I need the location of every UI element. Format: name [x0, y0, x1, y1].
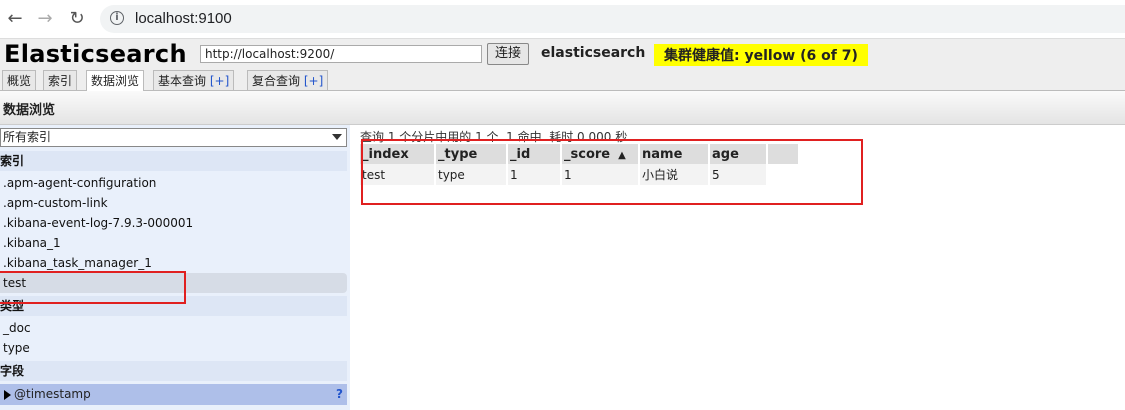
tab-label: 概览: [7, 74, 32, 88]
column-label: _id: [510, 146, 531, 162]
table-cell: 小白说: [639, 164, 710, 185]
column-label: _type: [438, 146, 478, 162]
query-summary: 查询 1 个分片中用的 1 个. 1 命中. 耗时 0.000 秒: [360, 130, 628, 144]
tab-add-link[interactable]: [+]: [304, 74, 323, 88]
table-cell: 1: [561, 164, 640, 185]
app-title: Elasticsearch: [4, 40, 187, 68]
column-label: _index: [362, 146, 409, 162]
tab-indices[interactable]: 索引: [43, 70, 78, 90]
app-header: Elasticsearch 连接 elasticsearch 集群健康值: ye…: [0, 38, 1125, 69]
cluster-health-badge: 集群健康值: yellow (6 of 7): [654, 44, 868, 66]
column-header-type[interactable]: _type: [435, 144, 508, 164]
connect-url-input[interactable]: [200, 45, 482, 63]
browser-toolbar: ← → ↻ i localhost:9100: [0, 0, 1125, 38]
results-table: _index _type _id _score ▲ name age test t…: [360, 144, 800, 185]
fields-heading: 字段: [0, 361, 347, 381]
expand-triangle-icon[interactable]: [4, 390, 11, 400]
table-header-row: _index _type _id _score ▲ name age: [360, 144, 800, 164]
site-info-icon[interactable]: i: [110, 11, 124, 25]
index-select-value: 所有索引: [3, 130, 52, 144]
table-row[interactable]: test type 1 1 小白说 5: [360, 164, 799, 185]
help-icon[interactable]: ?: [336, 384, 343, 405]
table-cell: 5: [709, 164, 768, 185]
column-header-name[interactable]: name: [639, 144, 710, 164]
types-heading: 类型: [0, 296, 347, 316]
index-item[interactable]: .kibana_task_manager_1: [0, 253, 347, 273]
address-bar[interactable]: i localhost:9100: [100, 5, 1125, 33]
sort-ascending-icon: ▲: [618, 149, 626, 161]
type-item[interactable]: _doc: [0, 318, 347, 338]
index-item[interactable]: .kibana-event-log-7.9.3-000001: [0, 213, 347, 233]
index-select[interactable]: 所有索引: [0, 128, 347, 147]
column-label: name: [642, 146, 683, 162]
tab-label: 数据浏览: [91, 74, 140, 88]
sidebar: 所有索引 索引 .apm-agent-configuration .apm-cu…: [0, 125, 350, 410]
address-url: localhost:9100: [135, 10, 232, 27]
forward-arrow-icon[interactable]: →: [34, 8, 56, 30]
back-arrow-icon[interactable]: ←: [4, 8, 26, 30]
type-item[interactable]: type: [0, 338, 347, 358]
tab-data-browser[interactable]: 数据浏览: [86, 70, 145, 91]
field-label: @timestamp: [14, 387, 91, 401]
indices-heading: 索引: [0, 151, 347, 171]
column-label: _score: [564, 146, 611, 162]
connect-button[interactable]: 连接: [487, 43, 529, 65]
tab-overview[interactable]: 概览: [2, 70, 37, 90]
table-cell: test: [360, 164, 436, 185]
table-cell: 1: [507, 164, 562, 185]
column-header-empty: [767, 144, 800, 164]
index-item[interactable]: .apm-custom-link: [0, 193, 347, 213]
column-label: age: [712, 146, 739, 162]
column-header-id[interactable]: _id: [507, 144, 562, 164]
section-title: 数据浏览: [3, 103, 56, 118]
field-item-timestamp[interactable]: @timestamp ?: [0, 384, 347, 405]
index-item[interactable]: .apm-agent-configuration: [0, 173, 347, 193]
tab-label: 复合查询: [252, 74, 301, 88]
column-header-index[interactable]: _index: [360, 144, 436, 164]
tab-bar: 概览 索引 数据浏览 基本查询 [+] 复合查询 [+]: [0, 68, 1125, 91]
index-item-selected[interactable]: test: [0, 273, 347, 293]
column-header-age[interactable]: age: [709, 144, 768, 164]
table-cell: type: [435, 164, 508, 185]
index-item[interactable]: .kibana_1: [0, 233, 347, 253]
section-header: 数据浏览: [0, 91, 1125, 125]
chevron-down-icon: [332, 134, 342, 140]
tab-basic-query[interactable]: 基本查询 [+]: [153, 70, 235, 90]
tab-label: 索引: [48, 74, 73, 88]
column-header-score[interactable]: _score ▲: [561, 144, 640, 164]
tab-label: 基本查询: [158, 74, 207, 88]
cluster-name: elasticsearch: [541, 45, 646, 61]
reload-icon[interactable]: ↻: [66, 8, 88, 30]
tab-compound-query[interactable]: 复合查询 [+]: [247, 70, 329, 90]
tab-add-link[interactable]: [+]: [210, 74, 229, 88]
